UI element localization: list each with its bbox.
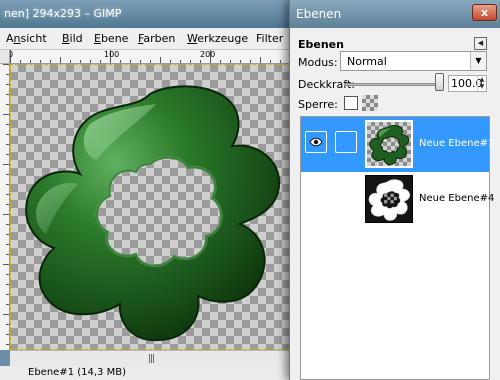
tab-menu-icon[interactable]: ◀ [474, 37, 487, 50]
flower-image [25, 85, 281, 342]
mode-label: Modus: [298, 56, 338, 69]
horizontal-scrollbar[interactable]: ||| [10, 350, 300, 366]
opacity-slider[interactable] [344, 83, 444, 86]
image-canvas[interactable] [10, 64, 291, 350]
vertical-ruler [0, 64, 10, 350]
lock-alpha-icon[interactable] [362, 95, 378, 111]
ruler-v-ticks [3, 64, 9, 345]
menu-farben[interactable]: Farben [138, 32, 175, 45]
opacity-spinbutton[interactable]: 100.0 ▲ ▼ [448, 75, 487, 92]
ruler-mark-200: 200 [200, 50, 216, 59]
visibility-toggle[interactable] [305, 131, 327, 153]
layers-tab-label: Ebenen [298, 38, 344, 51]
lock-pixels-checkbox[interactable] [344, 96, 358, 110]
image-window-title: nen] 294x293 – GIMP [0, 0, 300, 28]
layers-list[interactable]: Neue Ebene#1 Neue Ebene#4 [300, 116, 494, 380]
menu-werkzeuge[interactable]: Werkzeuge [187, 32, 248, 45]
ruler-ticks [10, 50, 291, 63]
layer-row[interactable]: Neue Ebene#4 [301, 172, 494, 227]
ruler-mark-0: 0 [10, 50, 13, 59]
layer-thumbnail[interactable] [365, 120, 413, 168]
menu-filter[interactable]: Filter [256, 32, 283, 45]
menu-bild[interactable]: Bild [62, 32, 83, 45]
menu-ansicht[interactable]: Ansicht [6, 32, 47, 45]
opacity-slider-handle[interactable] [435, 73, 444, 91]
layer-thumbnail[interactable] [365, 175, 413, 223]
canvas-area[interactable] [10, 64, 300, 350]
layer-name[interactable]: Neue Ebene#4 [419, 193, 494, 204]
mode-select[interactable]: Normal ▼ [340, 51, 487, 71]
ruler-corner[interactable] [0, 50, 10, 64]
image-statusbar: Ebene#1 (14,3 MB) [0, 366, 300, 380]
menubar: Ansicht Bild Ebene Farben Werkzeuge Filt… [0, 28, 300, 50]
spin-arrows-icon[interactable]: ▲ ▼ [477, 76, 486, 91]
close-button[interactable]: x [472, 4, 497, 21]
layer-name[interactable]: Neue Ebene#1 [419, 138, 494, 149]
eye-icon [309, 137, 323, 147]
layer-row[interactable]: Neue Ebene#1 [301, 117, 494, 172]
layers-dialog: Ebenen x Ebenen ◀ Modus: Normal ▼ Deckkr… [289, 0, 500, 380]
horizontal-ruler: 0 100 200 [10, 50, 300, 64]
layers-dialog-title: Ebenen [296, 7, 342, 21]
mode-value: Normal [347, 55, 387, 68]
gimp-image-window: nen] 294x293 – GIMP Ansicht Bild Ebene F… [0, 0, 300, 380]
ruler-mark-100: 100 [104, 50, 120, 59]
menu-ebene[interactable]: Ebene [94, 32, 128, 45]
flower-mask-thumb-icon [366, 176, 412, 222]
flower-thumb-icon [369, 125, 410, 165]
chevron-down-icon[interactable]: ▼ [470, 52, 486, 70]
lock-label: Sperre: [298, 98, 338, 111]
chain-toggle[interactable] [335, 131, 357, 153]
layers-dialog-titlebar[interactable]: Ebenen x [290, 0, 500, 28]
scroll-grip-icon[interactable]: ||| [148, 354, 155, 364]
